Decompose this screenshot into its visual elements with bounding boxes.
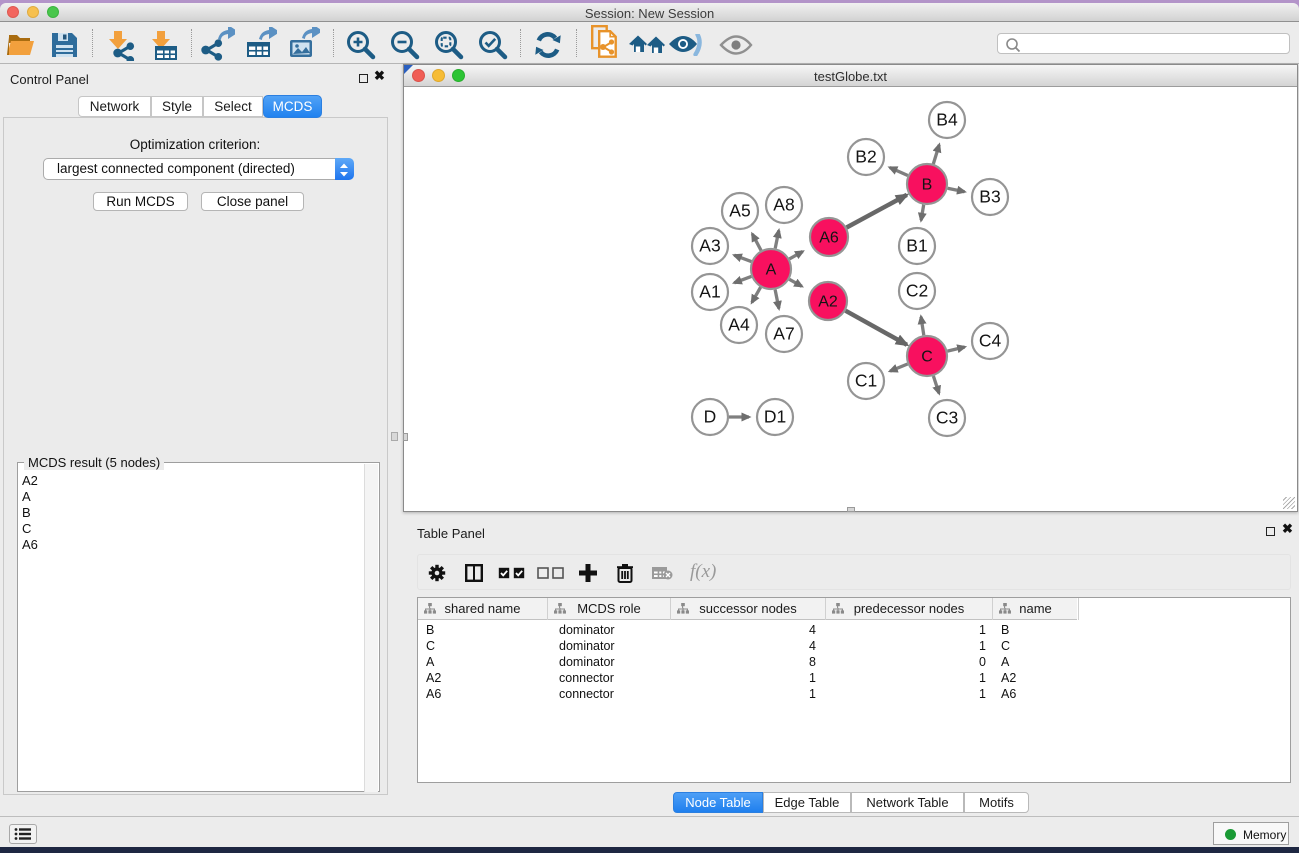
svg-text:B4: B4 <box>936 110 958 130</box>
svg-text:A1: A1 <box>699 282 720 302</box>
svg-text:A5: A5 <box>729 201 750 221</box>
svg-text:A8: A8 <box>773 195 794 215</box>
svg-text:C: C <box>921 349 933 366</box>
svg-text:A: A <box>766 262 777 279</box>
svg-text:B: B <box>922 177 933 194</box>
svg-text:D1: D1 <box>764 407 786 427</box>
svg-text:A4: A4 <box>728 315 750 335</box>
svg-text:A7: A7 <box>773 324 794 344</box>
svg-text:B2: B2 <box>855 147 876 167</box>
svg-text:C4: C4 <box>979 331 1002 351</box>
svg-text:B1: B1 <box>906 236 927 256</box>
svg-text:A3: A3 <box>699 236 720 256</box>
svg-text:C2: C2 <box>906 281 928 301</box>
svg-text:B3: B3 <box>979 187 1000 207</box>
svg-text:D: D <box>704 407 717 427</box>
svg-text:C3: C3 <box>936 408 958 428</box>
svg-text:A6: A6 <box>819 230 839 247</box>
svg-text:A2: A2 <box>818 294 838 311</box>
svg-text:C1: C1 <box>855 371 877 391</box>
